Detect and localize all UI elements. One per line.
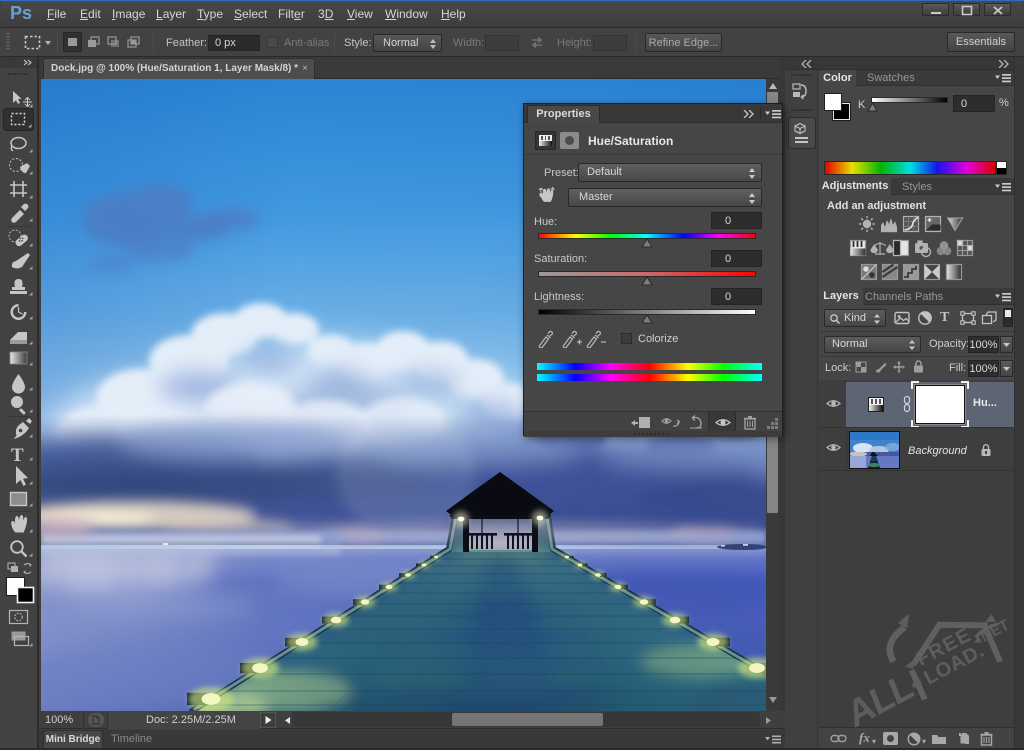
svg-text:T: T [11,445,24,466]
